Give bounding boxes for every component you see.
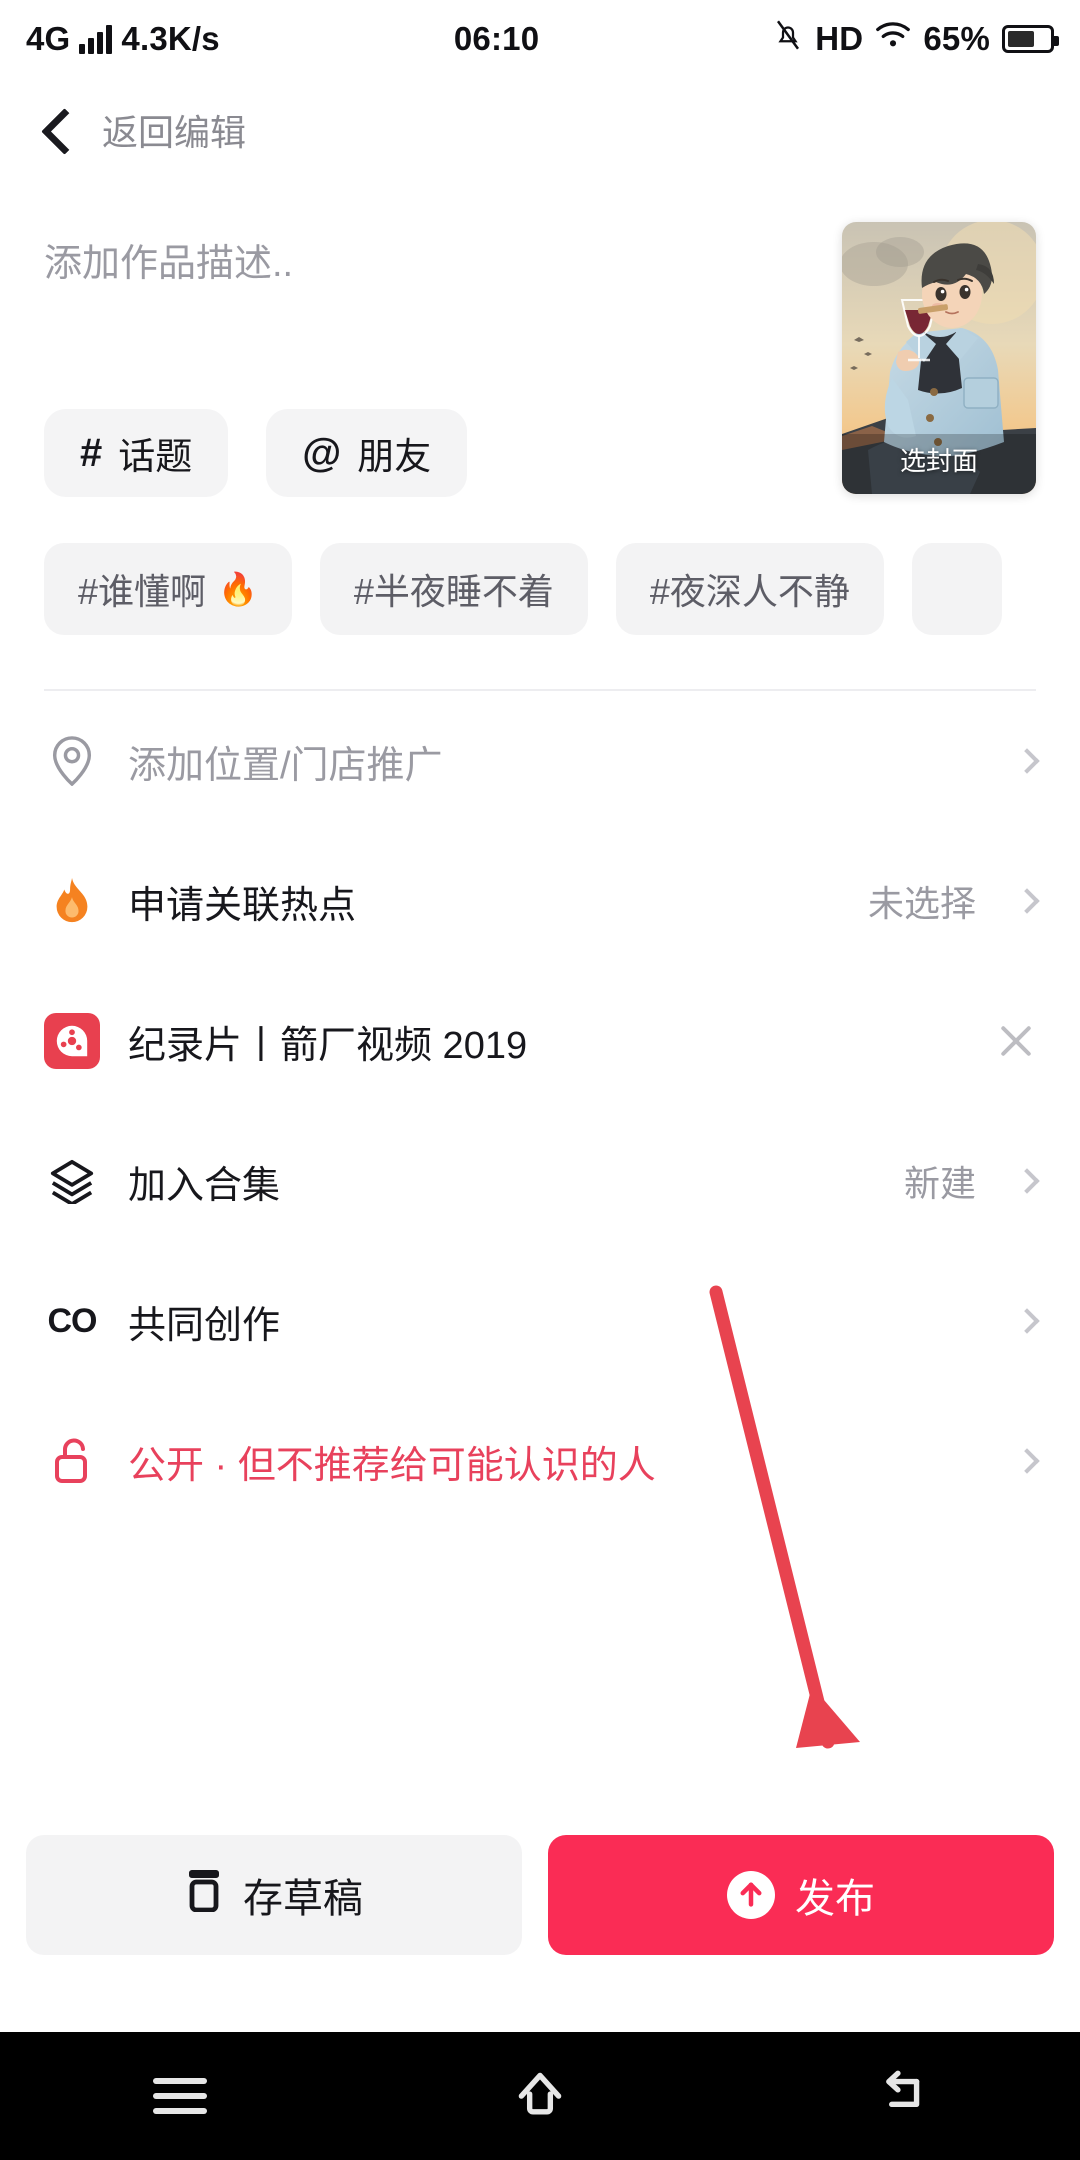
bell-muted-icon xyxy=(773,18,803,60)
suggested-tag[interactable]: #谁懂啊 🔥 xyxy=(44,543,292,636)
composer-chip-row: # 话题 @ 朋友 xyxy=(44,409,812,498)
wifi-icon xyxy=(875,20,911,58)
cover-thumbnail[interactable]: 选封面 xyxy=(842,222,1036,494)
row-location-label: 添加位置/门店推广 xyxy=(128,744,443,787)
suggested-tag-label: #谁懂啊 xyxy=(78,571,207,613)
cover-label: 选封面 xyxy=(899,446,978,476)
row-collection[interactable]: 加入合集 新建 xyxy=(44,1111,1040,1251)
back-button[interactable] xyxy=(840,2061,960,2131)
description-input[interactable]: 添加作品描述.. xyxy=(44,222,812,291)
suggested-tag-label: #半夜睡不着 xyxy=(353,571,554,613)
home-button[interactable] xyxy=(480,2061,600,2131)
description-column: 添加作品描述.. # 话题 @ 朋友 xyxy=(44,222,842,498)
row-collection-value: 新建 xyxy=(903,1163,976,1205)
draft-box-icon xyxy=(185,1868,223,1922)
layers-icon xyxy=(44,1153,100,1209)
row-location[interactable]: 添加位置/门店推广 xyxy=(44,691,1040,831)
suggested-tag[interactable]: #夜深人不静 xyxy=(615,543,884,636)
friend-chip[interactable]: @ 朋友 xyxy=(266,409,468,498)
row-collection-label: 加入合集 xyxy=(128,1164,281,1207)
suggested-tag-label: #夜深人不静 xyxy=(649,571,850,613)
row-privacy-label: 公开 · 但不推荐给可能认识的人 xyxy=(128,1444,656,1487)
topic-chip[interactable]: # 话题 xyxy=(44,409,229,498)
chevron-right-icon xyxy=(1014,748,1040,774)
action-bar: 存草稿 发布 xyxy=(0,1835,1080,1955)
row-hotspot-value: 未选择 xyxy=(867,883,976,925)
hd-label: HD xyxy=(815,20,864,57)
upload-arrow-icon xyxy=(727,1871,775,1919)
save-draft-button[interactable]: 存草稿 xyxy=(26,1835,522,1955)
publish-button[interactable]: 发布 xyxy=(548,1835,1054,1955)
row-hotspot-label: 申请关联热点 xyxy=(128,884,357,927)
close-icon[interactable] xyxy=(996,1021,1036,1061)
suggested-tag-row[interactable]: #谁懂啊 🔥 #半夜睡不着 #夜深人不静 xyxy=(0,497,1080,636)
home-icon xyxy=(509,2063,571,2130)
fire-emoji-icon: 🔥 xyxy=(218,571,258,608)
suggested-tag[interactable]: #半夜睡不着 xyxy=(319,543,588,636)
row-program[interactable]: 纪录片丨箭厂视频 2019 xyxy=(44,971,1036,1111)
topic-chip-label: 话题 xyxy=(118,436,193,478)
at-icon: @ xyxy=(302,430,342,475)
system-nav-bar xyxy=(0,2032,1080,2160)
battery-icon xyxy=(1002,25,1059,53)
clock-label: 06:10 xyxy=(453,20,540,57)
recents-button[interactable] xyxy=(120,2061,240,2131)
save-draft-label: 存草稿 xyxy=(243,1877,363,1921)
chevron-right-icon xyxy=(1014,1168,1040,1194)
publish-label: 发布 xyxy=(795,1877,875,1921)
row-cocreation-label: 共同创作 xyxy=(128,1304,281,1347)
header-title[interactable]: 返回编辑 xyxy=(102,104,246,156)
battery-percent-label: 65% xyxy=(923,20,990,57)
film-reel-icon xyxy=(44,1013,100,1070)
hash-icon: # xyxy=(80,430,103,475)
composer-area: 添加作品描述.. # 话题 @ 朋友 选封面 xyxy=(0,182,1080,498)
row-cocreation[interactable]: CO 共同创作 xyxy=(44,1251,1040,1391)
status-bar-center: 06:10 xyxy=(220,20,773,58)
flame-icon xyxy=(44,873,100,929)
signal-bars-icon xyxy=(79,24,113,54)
friend-chip-label: 朋友 xyxy=(357,436,432,478)
recents-icon xyxy=(153,2069,207,2123)
chevron-right-icon xyxy=(1014,1448,1040,1474)
row-hotspot[interactable]: 申请关联热点 未选择 xyxy=(44,831,1040,971)
settings-list: 添加位置/门店推广 申请关联热点 未选择 纪录片丨箭厂视频 2019 加入合集 … xyxy=(0,691,1080,1531)
back-chevron-icon[interactable] xyxy=(40,113,74,147)
back-icon xyxy=(871,2065,929,2128)
chevron-right-icon xyxy=(1014,888,1040,914)
unlock-icon xyxy=(44,1433,100,1489)
status-bar-right: HD 65% xyxy=(773,18,1059,60)
co-icon: CO xyxy=(47,1301,98,1340)
location-pin-icon xyxy=(44,733,100,789)
row-privacy[interactable]: 公开 · 但不推荐给可能认识的人 xyxy=(44,1391,1040,1531)
status-bar-left: 4G 4.3K/s xyxy=(26,20,220,58)
suggested-tag-partial[interactable] xyxy=(911,543,1002,636)
network-type-label: 4G xyxy=(26,20,71,57)
page-header: 返回编辑 xyxy=(0,78,1080,182)
network-speed-label: 4.3K/s xyxy=(121,20,220,57)
status-bar: 4G 4.3K/s 06:10 HD 65% xyxy=(0,0,1080,78)
chevron-right-icon xyxy=(1014,1308,1040,1334)
row-program-label: 纪录片丨箭厂视频 2019 xyxy=(128,1024,528,1067)
